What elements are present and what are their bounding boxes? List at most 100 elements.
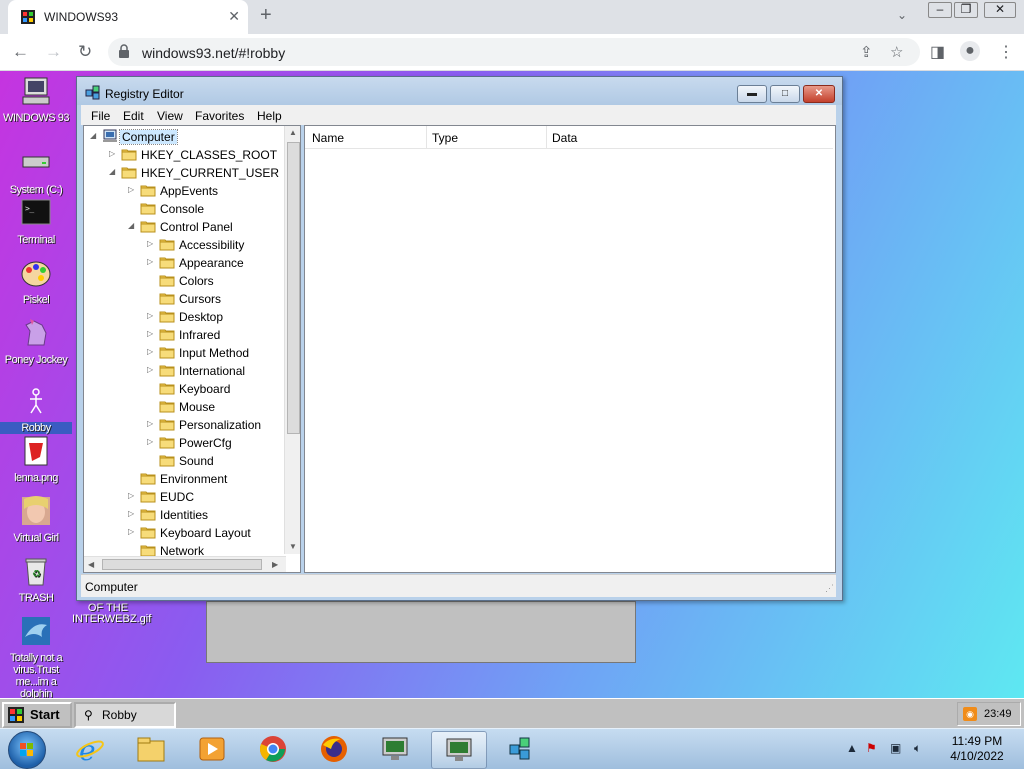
tree-expander-icon[interactable]: ◢ [90, 131, 99, 140]
tree-expander-icon[interactable]: ▷ [147, 311, 156, 320]
desktop-icon-dolphin[interactable]: Totally not a virus.Trust me...im a dolp… [0, 615, 72, 698]
browser-menu-icon[interactable]: ⋮ [998, 42, 1014, 62]
windows-start-orb[interactable] [8, 731, 46, 769]
back-arrow-icon[interactable]: ← [12, 42, 29, 62]
column-name[interactable]: Name [312, 131, 344, 145]
interwebz-gif-label[interactable]: OF THE INTERWEBZ.gif [72, 603, 151, 625]
column-data[interactable]: Data [552, 131, 577, 145]
column-divider[interactable] [546, 126, 547, 148]
taskbar-button-robby[interactable]: ⚲ Robby [74, 702, 176, 728]
scroll-thumb[interactable] [102, 559, 262, 570]
menu-view[interactable]: View [157, 109, 183, 123]
tree-expander-icon[interactable]: ▷ [147, 257, 156, 266]
folder-icon [159, 365, 175, 377]
scroll-right-icon[interactable]: ▶ [272, 560, 278, 569]
tree-expander-icon[interactable]: ▷ [147, 419, 156, 428]
tree-vertical-scrollbar[interactable]: ▲ ▼ [284, 126, 300, 554]
desktop-icon-piskel[interactable]: Piskel [0, 257, 72, 306]
action-center-flag-icon[interactable]: ⚑ [866, 741, 877, 755]
folder-icon [140, 185, 156, 197]
tab-search-chevron-icon[interactable]: ⌄ [897, 8, 907, 22]
windows7-clock[interactable]: 11:49 PM 4/10/2022 [942, 734, 1012, 764]
network-cube-app-button[interactable] [494, 731, 548, 767]
bookmark-star-icon[interactable]: ☆ [890, 43, 903, 61]
resize-grip-icon[interactable]: ⋰ [825, 583, 834, 594]
folder-icon [140, 509, 156, 521]
network-cube-icon [509, 737, 530, 760]
desktop-icon-virtual-girl[interactable]: Virtual Girl [0, 495, 72, 544]
desktop-icon-windows93[interactable]: WINDOWS 93 [0, 75, 72, 124]
menu-help[interactable]: Help [257, 109, 282, 123]
registry-editor-window[interactable]: Registry Editor ▬ □ ✕ File Edit View Fav… [76, 76, 843, 601]
monitor-app-button[interactable] [368, 731, 422, 767]
show-hidden-icons-icon[interactable]: ▲ [846, 741, 858, 755]
maximize-button[interactable]: □ [770, 85, 800, 103]
column-divider[interactable] [426, 126, 427, 148]
tree-expander-icon[interactable]: ▷ [147, 239, 156, 248]
scroll-thumb[interactable] [287, 142, 300, 434]
tree-node-label: PowerCfg [179, 436, 232, 450]
menu-file[interactable]: File [91, 109, 110, 123]
chrome-button[interactable] [246, 731, 300, 767]
browser-close-icon[interactable]: ✕ [984, 2, 1016, 18]
registry-editor-titlebar[interactable]: Registry Editor ▬ □ ✕ [77, 77, 842, 105]
tree-node-label: Identities [160, 508, 209, 522]
close-tab-icon[interactable]: ✕ [228, 8, 240, 25]
tree-node-label: Colors [179, 274, 214, 288]
desktop-icon-poney-jockey[interactable]: Poney Jockey [0, 317, 72, 366]
media-player-button[interactable] [185, 731, 239, 767]
tree-expander-icon[interactable]: ▷ [128, 491, 137, 500]
firefox-button[interactable] [307, 731, 361, 767]
volume-icon[interactable]: 🔈︎ [914, 741, 921, 756]
tree-expander-icon[interactable]: ▷ [147, 437, 156, 446]
share-icon[interactable]: ⇪ [860, 43, 873, 61]
tree-node-label: AppEvents [160, 184, 219, 198]
start-button[interactable]: Start [2, 702, 72, 728]
column-type[interactable]: Type [432, 131, 458, 145]
rss-icon[interactable]: ◉ [963, 707, 977, 721]
tree-node-label: Computer [119, 129, 178, 145]
desktop-icon-trash[interactable]: ♻ TRASH [0, 555, 72, 604]
forward-arrow-icon[interactable]: → [45, 42, 62, 62]
scroll-down-icon[interactable]: ▼ [289, 542, 297, 551]
network-icon[interactable]: ▣ [890, 741, 901, 755]
reload-icon[interactable]: ↻ [78, 42, 92, 62]
close-button[interactable]: ✕ [803, 85, 835, 103]
profile-avatar-icon[interactable]: ● [960, 41, 980, 61]
file-explorer-button[interactable] [124, 731, 178, 767]
tree-expander-icon[interactable]: ▷ [109, 149, 118, 158]
drive-icon [22, 156, 50, 168]
task-label: Robby [102, 708, 137, 722]
scroll-left-icon[interactable]: ◀ [88, 560, 94, 569]
browser-tab[interactable]: WINDOWS93 ✕ [8, 0, 248, 34]
tree-expander-icon[interactable]: ◢ [128, 221, 137, 230]
desktop-icon-terminal[interactable]: >_ Terminal [0, 197, 72, 246]
side-panel-icon[interactable]: ◨ [930, 42, 945, 62]
tree-expander-icon[interactable]: ▷ [128, 527, 137, 536]
browser-minimize-icon[interactable]: – [928, 2, 952, 18]
tree-expander-icon[interactable]: ▷ [147, 365, 156, 374]
background-window[interactable] [206, 601, 636, 663]
menu-favorites[interactable]: Favorites [195, 109, 244, 123]
tree-expander-icon[interactable]: ▷ [147, 347, 156, 356]
monitor-app-button-active[interactable] [431, 731, 487, 769]
tree-horizontal-scrollbar[interactable]: ◀ ▶ [84, 556, 286, 572]
desktop-icon-system[interactable]: System (C:) [0, 147, 72, 196]
tree-expander-icon[interactable]: ◢ [109, 167, 118, 176]
scroll-up-icon[interactable]: ▲ [289, 128, 297, 137]
desktop-icon-lenna[interactable]: lenna.png [0, 435, 72, 484]
stickman-icon: ⚲ [84, 708, 93, 722]
registry-values-list[interactable]: Name Type Data [304, 125, 836, 573]
address-bar[interactable]: windows93.net/#!robby ⇪ ☆ [108, 38, 920, 66]
menu-edit[interactable]: Edit [123, 109, 144, 123]
tree-expander-icon[interactable]: ▷ [147, 329, 156, 338]
clock-date: 4/10/2022 [950, 749, 1004, 763]
new-tab-button[interactable]: + [260, 4, 272, 27]
tree-expander-icon[interactable]: ▷ [128, 509, 137, 518]
browser-restore-icon[interactable]: ❐ [954, 2, 978, 18]
minimize-button[interactable]: ▬ [737, 85, 767, 103]
internet-explorer-button[interactable]: e [63, 731, 117, 767]
registry-tree[interactable]: ◢ Computer ▷ HKEY_CLASSES_ROOT ◢ HKEY_CURRENT… [83, 125, 301, 573]
tree-expander-icon[interactable]: ▷ [128, 185, 137, 194]
desktop-icon-robby[interactable]: Robby [0, 385, 72, 434]
